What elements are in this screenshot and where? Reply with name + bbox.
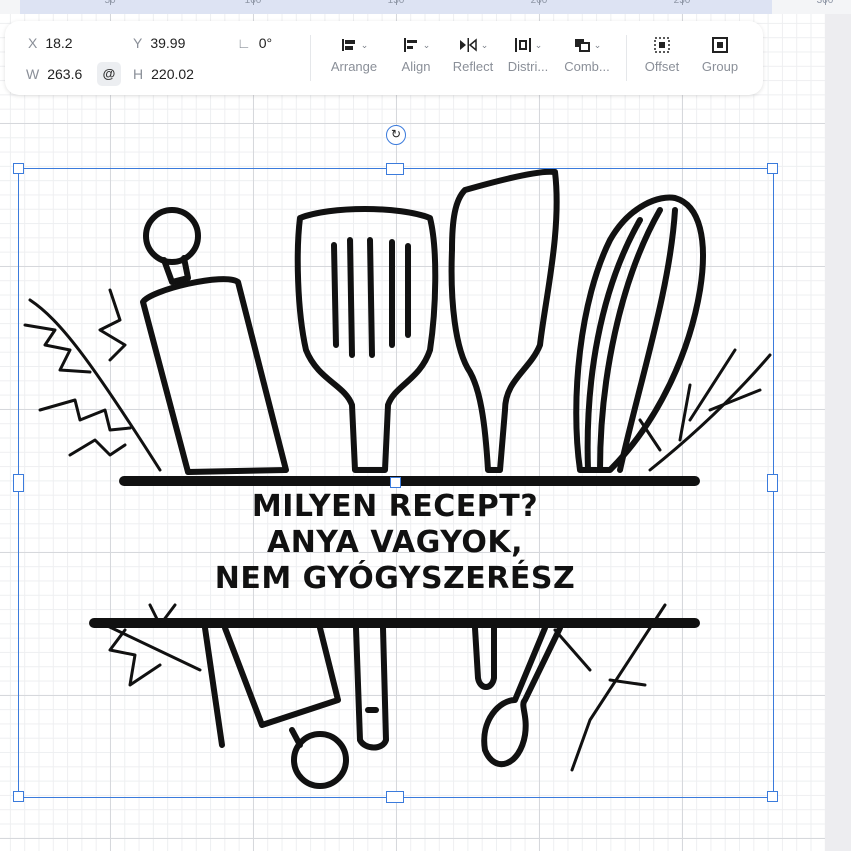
chevron-down-icon: ⌄ <box>593 39 602 50</box>
toolbar-divider <box>310 35 311 81</box>
resize-handle-nw[interactable] <box>13 163 24 174</box>
angle-field[interactable]: ∟ 0° <box>237 35 272 51</box>
h-value[interactable]: 220.02 <box>151 66 194 82</box>
chevron-down-icon: ⌄ <box>422 39 431 50</box>
chevron-down-icon: ⌄ <box>480 39 489 50</box>
x-label: X <box>28 35 38 51</box>
w-value[interactable]: 263.6 <box>47 66 82 82</box>
arrange-icon <box>341 39 355 51</box>
angle-icon: ∟ <box>237 35 251 51</box>
combine-icon <box>574 39 590 52</box>
distribute-icon <box>514 38 531 52</box>
offset-icon <box>654 37 670 53</box>
chevron-down-icon: ⌄ <box>534 39 543 50</box>
resize-handle-n[interactable] <box>386 163 404 175</box>
rotate-icon[interactable]: ↻ <box>386 125 406 145</box>
h-label: H <box>133 66 144 82</box>
y-value[interactable]: 39.99 <box>150 35 185 51</box>
arrange-button[interactable]: ⌄ Arrange <box>319 31 389 74</box>
y-field[interactable]: Y 39.99 <box>133 35 185 51</box>
group-button[interactable]: Group <box>685 31 755 74</box>
width-field[interactable]: W 263.6 <box>26 66 82 82</box>
resize-handle-ne[interactable] <box>767 163 778 174</box>
arrange-label: Arrange <box>330 59 378 74</box>
combine-label: Comb... <box>564 59 610 74</box>
chevron-down-icon: ⌄ <box>360 39 369 50</box>
group-icon <box>712 37 728 53</box>
y-label: Y <box>133 35 143 51</box>
w-label: W <box>26 66 40 82</box>
height-field[interactable]: H 220.02 <box>133 66 194 82</box>
resize-handle-w[interactable] <box>13 474 24 492</box>
x-field[interactable]: X 18.2 <box>28 35 73 51</box>
resize-handle-se[interactable] <box>767 791 778 802</box>
angle-value[interactable]: 0° <box>259 35 272 51</box>
group-label: Group <box>701 59 739 74</box>
resize-handle-s[interactable] <box>386 791 404 803</box>
lock-icon[interactable]: @ <box>97 62 121 86</box>
x-value[interactable]: 18.2 <box>45 35 72 51</box>
center-handle[interactable] <box>390 477 401 488</box>
reflect-icon <box>459 38 477 52</box>
resize-handle-e[interactable] <box>767 474 778 492</box>
resize-handle-sw[interactable] <box>13 791 24 802</box>
align-icon <box>403 38 417 52</box>
combine-button[interactable]: ⌄ Comb... <box>552 31 622 74</box>
selection-toolbar: X 18.2 Y 39.99 W 263.6 @ H 220.02 ∟ 0° ⌄ Arra… <box>5 21 763 95</box>
